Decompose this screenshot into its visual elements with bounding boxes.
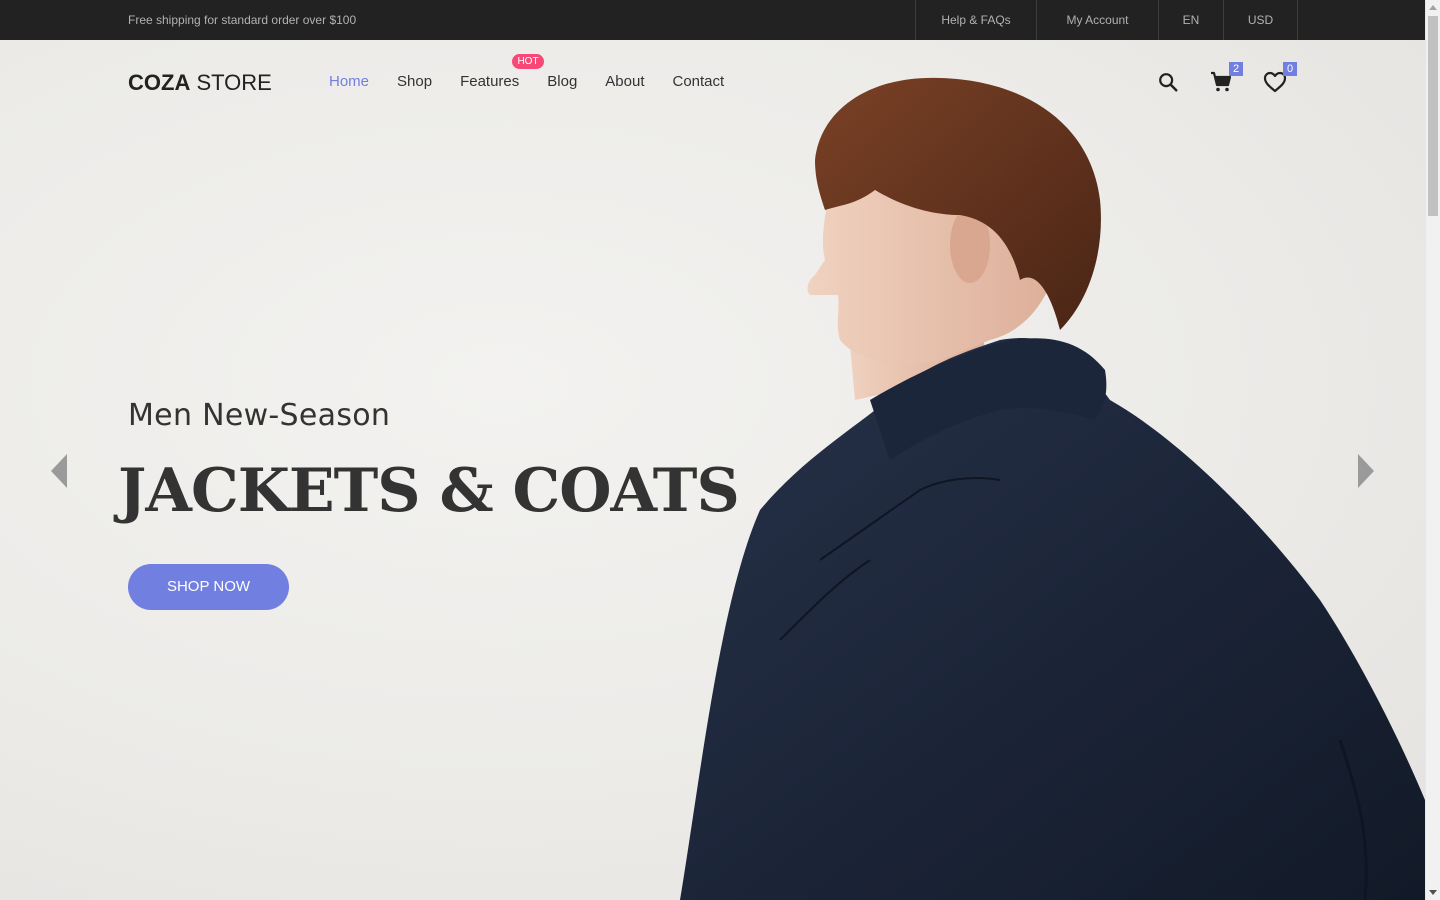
chevron-right-icon[interactable] xyxy=(1356,452,1376,490)
nav-shop[interactable]: Shop xyxy=(397,72,432,92)
wishlist-count-badge: 0 xyxy=(1283,62,1297,76)
shipping-promo: Free shipping for standard order over $1… xyxy=(128,13,357,27)
scroll-down-arrow-icon[interactable] xyxy=(1429,890,1437,895)
my-account-link[interactable]: My Account xyxy=(1036,0,1158,40)
cart-count-badge: 2 xyxy=(1229,62,1243,76)
chevron-left-icon[interactable] xyxy=(49,452,69,490)
search-button[interactable] xyxy=(1155,69,1181,95)
topbar-links: Help & FAQs My Account EN USD xyxy=(915,0,1298,40)
nav-home[interactable]: Home xyxy=(329,72,369,92)
nav-contact[interactable]: Contact xyxy=(673,72,725,92)
hot-badge: HOT xyxy=(512,54,544,69)
nav-blog[interactable]: Blog xyxy=(547,72,577,92)
main-nav: Home Shop Features Blog About Contact xyxy=(329,72,752,92)
logo-bold-text: COZA xyxy=(128,70,191,95)
shop-now-button[interactable]: SHOP NOW xyxy=(128,564,289,610)
search-icon xyxy=(1159,73,1178,92)
store-logo[interactable]: COZA STORE xyxy=(128,70,272,96)
logo-light-text: STORE xyxy=(196,70,272,95)
hero-model-image xyxy=(680,77,1425,900)
help-faqs-link[interactable]: Help & FAQs xyxy=(915,0,1036,40)
hero-title: JACKETS & COATS xyxy=(118,456,740,526)
topbar: Free shipping for standard order over $1… xyxy=(0,0,1425,40)
language-selector[interactable]: EN xyxy=(1158,0,1223,40)
nav-about[interactable]: About xyxy=(605,72,644,92)
scroll-up-arrow-icon[interactable] xyxy=(1429,5,1437,10)
page-scrollbar[interactable] xyxy=(1425,0,1440,900)
hero-subtitle: Men New-Season xyxy=(128,398,391,433)
scroll-thumb[interactable] xyxy=(1428,16,1438,216)
nav-features[interactable]: Features xyxy=(460,72,519,92)
currency-selector[interactable]: USD xyxy=(1223,0,1298,40)
